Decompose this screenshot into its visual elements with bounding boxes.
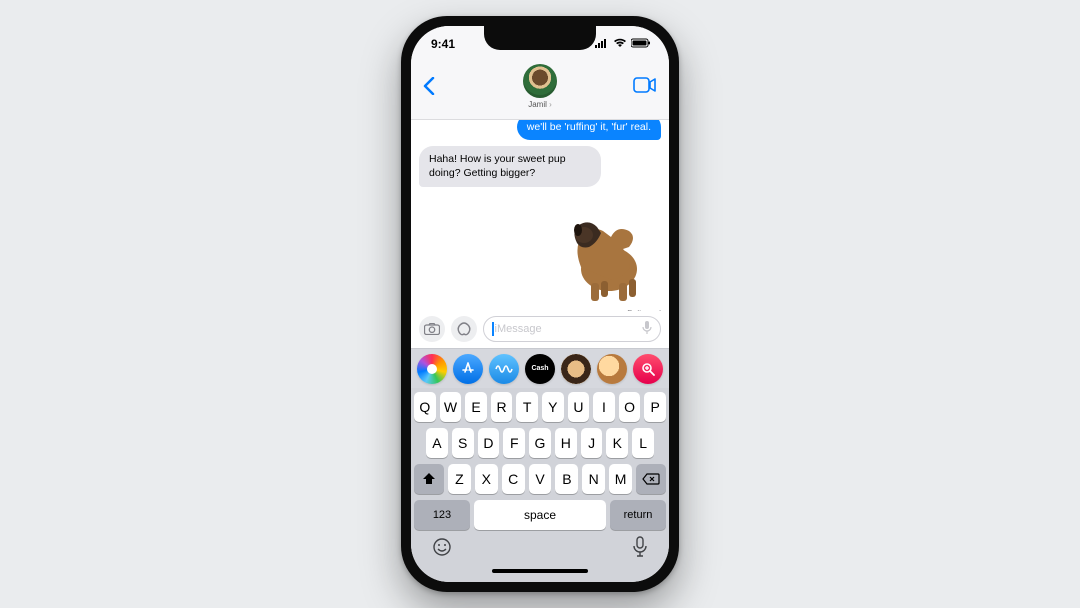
search-app-icon[interactable] [633, 354, 663, 384]
apps-button[interactable] [451, 316, 477, 342]
key-l[interactable]: L [632, 428, 654, 458]
key-q[interactable]: Q [414, 392, 436, 422]
stickers-app-icon[interactable] [597, 354, 627, 384]
photos-app-icon[interactable] [417, 354, 447, 384]
space-key[interactable]: space [474, 500, 606, 530]
applecash-app-icon[interactable]: Cash [525, 354, 555, 384]
conversation[interactable]: we'll be 'ruffing' it, 'fur' real. Haha!… [411, 120, 669, 311]
key-i[interactable]: I [593, 392, 615, 422]
numbers-key[interactable]: 123 [414, 500, 470, 530]
clock: 9:41 [431, 37, 455, 51]
received-message[interactable]: Haha! How is your sweet pup doing? Getti… [419, 146, 601, 186]
backspace-key[interactable] [636, 464, 666, 494]
key-h[interactable]: H [555, 428, 577, 458]
key-g[interactable]: G [529, 428, 551, 458]
camera-button[interactable] [419, 316, 445, 342]
dog-sticker[interactable] [551, 197, 661, 307]
key-m[interactable]: M [609, 464, 632, 494]
key-a[interactable]: A [426, 428, 448, 458]
key-o[interactable]: O [619, 392, 641, 422]
wifi-icon [613, 37, 627, 51]
compose-row: iMessage [411, 311, 669, 348]
cellular-icon [595, 37, 609, 51]
text-caret [492, 322, 494, 336]
contact-avatar [523, 64, 557, 98]
key-f[interactable]: F [503, 428, 525, 458]
emoji-button[interactable] [432, 537, 452, 562]
message-input[interactable]: iMessage [483, 316, 661, 342]
key-u[interactable]: U [568, 392, 590, 422]
conversation-header: Jamil [411, 62, 669, 120]
key-p[interactable]: P [644, 392, 666, 422]
phone-frame: 9:41 Jamil [401, 16, 679, 592]
key-k[interactable]: K [606, 428, 628, 458]
audio-app-icon[interactable] [489, 354, 519, 384]
key-d[interactable]: D [478, 428, 500, 458]
back-button[interactable] [423, 75, 443, 101]
home-indicator[interactable] [492, 569, 588, 573]
contact-name: Jamil [528, 100, 552, 109]
status-icons [595, 37, 651, 51]
sent-sticker-wrap: Delivered [551, 197, 661, 311]
key-z[interactable]: Z [448, 464, 471, 494]
key-r[interactable]: R [491, 392, 513, 422]
key-c[interactable]: C [502, 464, 525, 494]
message-placeholder: iMessage [495, 323, 542, 335]
shift-key[interactable] [414, 464, 444, 494]
battery-icon [631, 37, 651, 51]
key-e[interactable]: E [465, 392, 487, 422]
key-t[interactable]: T [516, 392, 538, 422]
appstore-app-icon[interactable] [453, 354, 483, 384]
dictate-icon[interactable] [642, 321, 652, 338]
sent-message[interactable]: we'll be 'ruffing' it, 'fur' real. [517, 120, 661, 140]
memoji-app-icon[interactable] [561, 354, 591, 384]
key-j[interactable]: J [581, 428, 603, 458]
notch [484, 26, 596, 50]
mic-button[interactable] [632, 536, 648, 563]
key-w[interactable]: W [440, 392, 462, 422]
key-n[interactable]: N [582, 464, 605, 494]
return-key[interactable]: return [610, 500, 666, 530]
key-y[interactable]: Y [542, 392, 564, 422]
app-strip: Cash [411, 348, 669, 388]
key-b[interactable]: B [555, 464, 578, 494]
key-s[interactable]: S [452, 428, 474, 458]
facetime-button[interactable] [629, 77, 657, 98]
contact-button[interactable]: Jamil [523, 64, 557, 109]
key-v[interactable]: V [529, 464, 552, 494]
key-x[interactable]: X [475, 464, 498, 494]
keyboard: QWERTYUIOP ASDFGHJKL ZXCVBNM 123 space r… [411, 388, 669, 582]
screen: 9:41 Jamil [411, 26, 669, 582]
